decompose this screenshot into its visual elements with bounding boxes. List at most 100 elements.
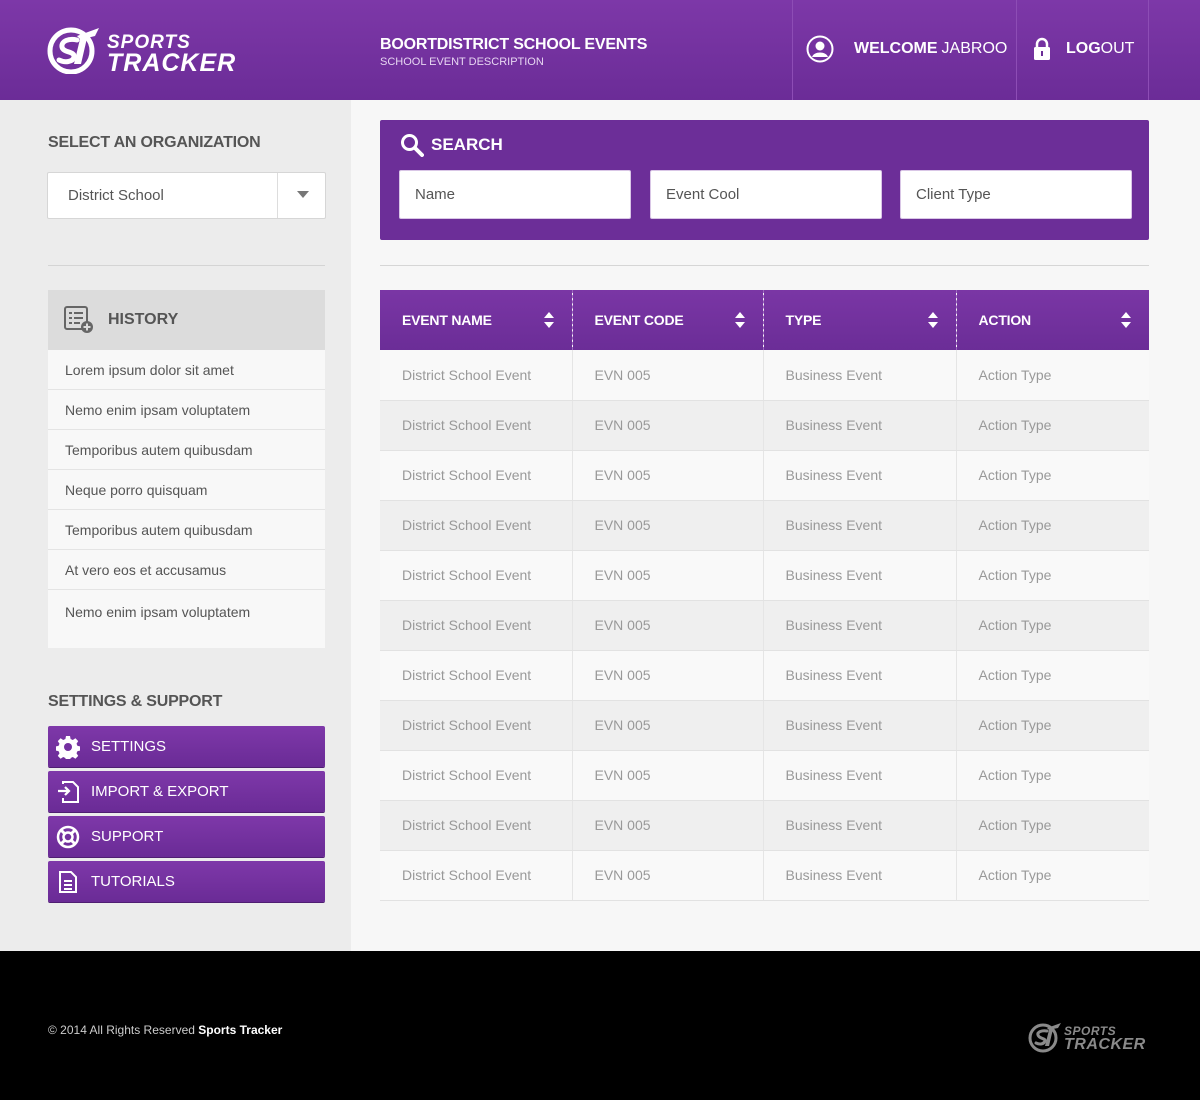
import-export-button[interactable]: IMPORT & EXPORT — [48, 771, 325, 812]
column-header-event-name[interactable]: EVENT NAME — [380, 290, 573, 350]
action-cell[interactable]: Action Type — [956, 400, 1149, 451]
event-name-cell: District School Event — [380, 350, 573, 401]
column-header-label: ACTION — [978, 312, 1032, 328]
tutorials-button-label: TUTORIALS — [91, 873, 175, 890]
event-name-cell: District School Event — [380, 450, 573, 501]
table-row[interactable]: District School Event EVN 005 Business Eve… — [380, 350, 1149, 401]
search-title: SEARCH — [431, 135, 503, 154]
history-item[interactable]: Nemo enim ipsam voluptatem — [48, 590, 325, 640]
action-cell[interactable]: Action Type — [956, 500, 1149, 551]
history-list-icon — [64, 306, 93, 333]
event-name-cell: District School Event — [380, 600, 573, 651]
table-row[interactable]: District School Event EVN 005 Business Eve… — [380, 650, 1149, 701]
organization-select[interactable]: District School — [47, 172, 326, 219]
history-item[interactable]: At vero eos et accusamus — [48, 550, 325, 590]
event-name-cell: District School Event — [380, 650, 573, 701]
event-code-cell: EVN 005 — [572, 550, 764, 601]
action-cell[interactable]: Action Type — [956, 750, 1149, 801]
sort-icon[interactable] — [734, 312, 745, 330]
event-code-cell: EVN 005 — [572, 850, 764, 901]
client-type-search-input[interactable] — [900, 170, 1132, 219]
action-cell[interactable]: Action Type — [956, 700, 1149, 751]
sports-tracker-logo-icon — [1028, 1023, 1061, 1053]
event-name-cell: District School Event — [380, 850, 573, 901]
type-cell: Business Event — [763, 700, 957, 751]
footer-brand-name[interactable]: Sports Tracker — [198, 1023, 282, 1037]
column-header-action[interactable]: ACTION — [956, 290, 1149, 350]
table-row[interactable]: District School Event EVN 005 Business Eve… — [380, 600, 1149, 651]
history-item[interactable]: Neque porro quisquam — [48, 470, 325, 510]
type-cell: Business Event — [763, 400, 957, 451]
logout-label: OUT — [1100, 40, 1135, 57]
table-row[interactable]: District School Event EVN 005 Business Eve… — [380, 500, 1149, 551]
chevron-down-icon[interactable] — [297, 191, 309, 198]
sports-tracker-logo-icon — [47, 27, 99, 74]
logout-button[interactable]: LOG OUT — [1032, 36, 1134, 62]
type-cell: Business Event — [763, 750, 957, 801]
table-row[interactable]: District School Event EVN 005 Business Eve… — [380, 700, 1149, 751]
table-row[interactable]: District School Event EVN 005 Business Eve… — [380, 800, 1149, 851]
event-name-cell: District School Event — [380, 750, 573, 801]
table-row[interactable]: District School Event EVN 005 Business Eve… — [380, 850, 1149, 901]
action-cell[interactable]: Action Type — [956, 350, 1149, 401]
event-code-cell: EVN 005 — [572, 350, 764, 401]
action-cell[interactable]: Action Type — [956, 850, 1149, 901]
name-search-input[interactable] — [399, 170, 631, 219]
app-footer: © 2014 All Rights Reserved Sports Tracke… — [0, 951, 1200, 1100]
footer-brand-line-2: TRACKER — [1064, 1036, 1146, 1053]
event-name-cell: District School Event — [380, 400, 573, 451]
footer-logo[interactable]: SPORTS TRACKER — [1028, 1021, 1150, 1055]
action-cell[interactable]: Action Type — [956, 600, 1149, 651]
event-code-search-input[interactable] — [650, 170, 882, 219]
tutorials-button[interactable]: TUTORIALS — [48, 861, 325, 902]
page-subtitle: SCHOOL EVENT DESCRIPTION — [380, 56, 544, 68]
table-row[interactable]: District School Event EVN 005 Business Eve… — [380, 550, 1149, 601]
header-divider — [1148, 0, 1149, 100]
action-cell[interactable]: Action Type — [956, 450, 1149, 501]
main-divider — [380, 265, 1149, 266]
brand-wordmark: SPORTS TRACKER — [107, 32, 236, 76]
sort-icon[interactable] — [543, 312, 554, 330]
history-title: HISTORY — [108, 311, 179, 328]
action-cell[interactable]: Action Type — [956, 650, 1149, 701]
events-table: EVENT NAME EVENT CODE TYPE ACTION Distri… — [380, 290, 1149, 901]
event-code-cell: EVN 005 — [572, 500, 764, 551]
event-name-cell: District School Event — [380, 500, 573, 551]
table-row[interactable]: District School Event EVN 005 Business Eve… — [380, 750, 1149, 801]
event-name-cell: District School Event — [380, 800, 573, 851]
event-code-cell: EVN 005 — [572, 600, 764, 651]
action-cell[interactable]: Action Type — [956, 800, 1149, 851]
table-row[interactable]: District School Event EVN 005 Business Eve… — [380, 400, 1149, 451]
history-item[interactable]: Nemo enim ipsam voluptatem — [48, 390, 325, 430]
history-list: Lorem ipsum dolor sit amet Nemo enim ips… — [48, 350, 325, 640]
brand-logo[interactable]: SPORTS TRACKER — [47, 24, 247, 78]
column-header-type[interactable]: TYPE — [763, 290, 957, 350]
page-title: BOORTDISTRICT SCHOOL EVENTS — [380, 36, 648, 53]
search-heading: SEARCH — [400, 133, 503, 157]
gear-icon — [56, 735, 80, 759]
import-export-icon — [58, 780, 79, 803]
document-icon — [59, 870, 77, 893]
search-icon — [401, 134, 424, 157]
page-heading: BOORTDISTRICT SCHOOL EVENTS SCHOOL EVENT… — [380, 36, 647, 68]
type-cell: Business Event — [763, 650, 957, 701]
history-item[interactable]: Temporibus autem quibusdam — [48, 510, 325, 550]
import-export-button-label: IMPORT & EXPORT — [91, 783, 229, 800]
sort-icon[interactable] — [927, 312, 938, 330]
sort-icon[interactable] — [1121, 312, 1131, 330]
table-row[interactable]: District School Event EVN 005 Business Eve… — [380, 450, 1149, 501]
copyright-text: © 2014 All Rights Reserved — [48, 1023, 199, 1037]
type-cell: Business Event — [763, 550, 957, 601]
column-header-event-code[interactable]: EVENT CODE — [572, 290, 764, 350]
welcome-user[interactable]: WELCOME JABROO — [806, 34, 1007, 64]
history-item[interactable]: Lorem ipsum dolor sit amet — [48, 350, 325, 390]
type-cell: Business Event — [763, 350, 957, 401]
welcome-label: WELCOME — [854, 40, 938, 57]
history-item[interactable]: Temporibus autem quibusdam — [48, 430, 325, 470]
app-header: SPORTS TRACKER BOORTDISTRICT SCHOOL EVEN… — [0, 0, 1200, 100]
type-cell: Business Event — [763, 800, 957, 851]
action-cell[interactable]: Action Type — [956, 550, 1149, 601]
settings-button[interactable]: SETTINGS — [48, 726, 325, 767]
support-button[interactable]: SUPPORT — [48, 816, 325, 857]
history-header: HISTORY — [48, 290, 325, 350]
